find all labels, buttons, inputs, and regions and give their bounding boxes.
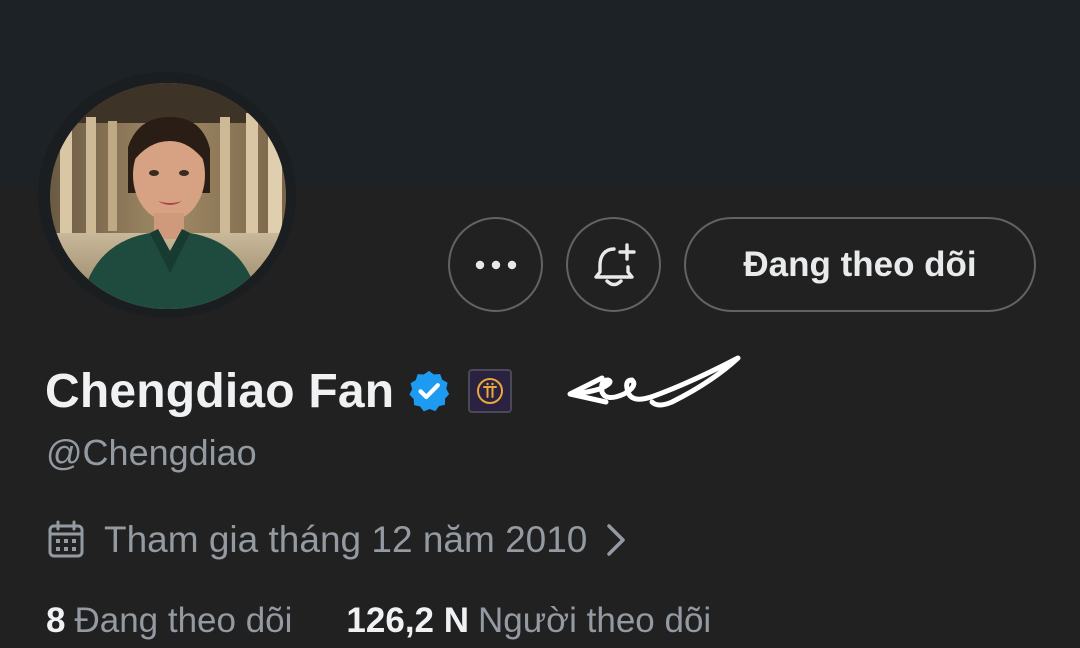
joined-date-text: Tham gia tháng 12 năm 2010 [104, 519, 588, 560]
display-name: Chengdiao Fan [45, 364, 395, 418]
calendar-icon [46, 520, 86, 560]
following-button[interactable]: Đang theo dõi [684, 217, 1036, 312]
avatar[interactable] [50, 83, 286, 309]
bell-plus-icon [593, 242, 636, 286]
followers-count: 126,2 N [346, 601, 470, 640]
following-count: 8 [46, 601, 66, 640]
joined-date-row[interactable]: Tham gia tháng 12 năm 2010 [46, 512, 627, 568]
profile-handle: @Chengdiao [46, 432, 257, 473]
following-stat-link[interactable]: 8 Đang theo dõi [46, 601, 292, 641]
verified-badge-icon[interactable] [406, 368, 452, 414]
followers-label: Người theo dõi [478, 601, 712, 640]
follow-stats: 8 Đang theo dõi 126,2 N Người theo dõi [46, 596, 711, 646]
followers-stat-link[interactable]: 126,2 N Người theo dõi [346, 601, 711, 641]
more-options-button[interactable] [448, 217, 543, 312]
following-label: Đang theo dõi [74, 601, 293, 640]
notifications-button[interactable] [566, 217, 661, 312]
pi-network-icon[interactable] [468, 369, 513, 413]
handwritten-arrow-annotation [567, 355, 741, 408]
profile-page: Đang theo dõi Chengdiao Fan @Chengdiao T… [0, 0, 1080, 648]
name-row: Chengdiao Fan [45, 356, 513, 426]
more-horizontal-icon [475, 260, 516, 269]
chevron-right-icon [605, 522, 627, 558]
avatar-photo [50, 83, 286, 309]
